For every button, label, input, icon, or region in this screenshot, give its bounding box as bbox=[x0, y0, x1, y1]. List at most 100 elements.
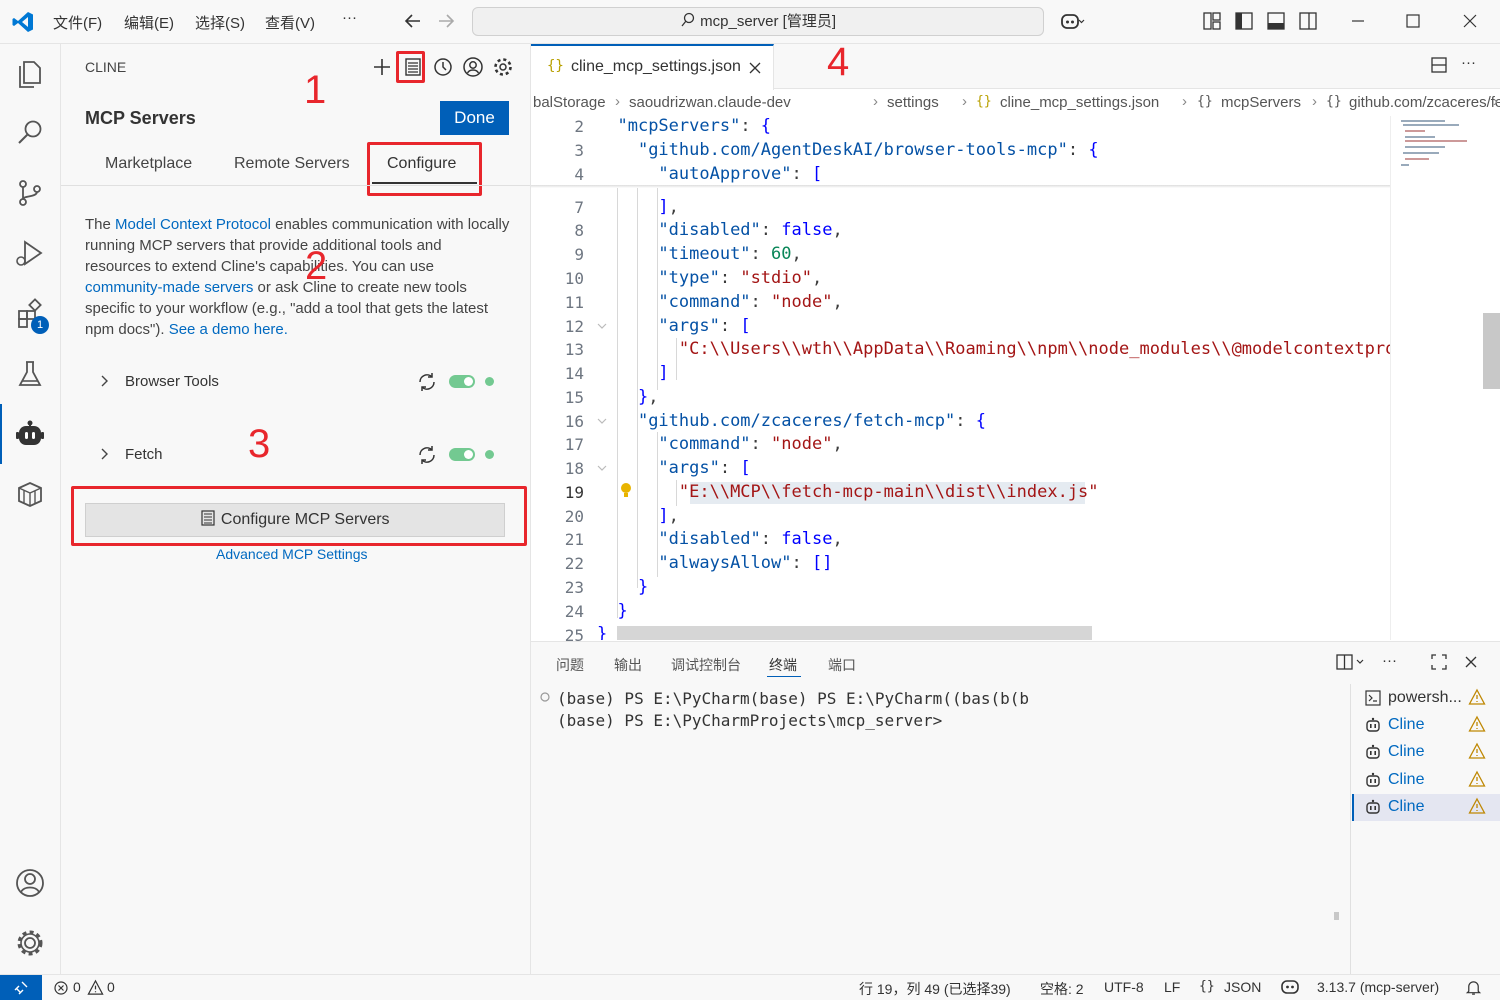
annotation-number-4: 4 bbox=[827, 40, 850, 84]
line-number: 11 bbox=[564, 293, 584, 312]
new-task-plus-icon[interactable] bbox=[371, 56, 393, 78]
error-count[interactable]: 0 bbox=[73, 979, 81, 995]
done-button[interactable]: Done bbox=[440, 101, 509, 135]
title-bar: 文件(F) 编辑(E) 选择(S) 查看(V) ··· mcp_server [… bbox=[0, 0, 1500, 44]
tab-cline-mcp-settings[interactable]: {} cline_mcp_settings.json bbox=[531, 44, 774, 90]
configure-mcp-servers-button[interactable]: Configure MCP Servers bbox=[85, 503, 505, 537]
copilot-icon[interactable] bbox=[1059, 10, 1085, 32]
terminal-item-cline[interactable]: Cline bbox=[1352, 739, 1500, 766]
maximize-icon[interactable] bbox=[1402, 10, 1424, 32]
panel-more-actions[interactable]: ··· bbox=[1382, 652, 1397, 669]
server-enable-toggle[interactable] bbox=[449, 448, 475, 461]
encoding[interactable]: UTF-8 bbox=[1104, 979, 1144, 995]
terminal-name: Cline bbox=[1388, 771, 1425, 788]
error-icon[interactable] bbox=[53, 980, 69, 996]
maximize-panel-icon[interactable] bbox=[1430, 653, 1448, 671]
explorer-icon[interactable] bbox=[10, 53, 50, 93]
terminal-item-cline[interactable]: Cline bbox=[1352, 712, 1500, 739]
run-debug-icon[interactable] bbox=[10, 233, 50, 273]
manage-gear-icon[interactable] bbox=[10, 923, 50, 963]
cursor-position[interactable]: 行 19，列 49 (已选择39) bbox=[859, 979, 1011, 999]
breadcrumb-item[interactable]: github.com/zcaceres/fetch-mcp bbox=[1349, 94, 1500, 111]
tab-problems[interactable]: 问题 bbox=[556, 655, 584, 675]
tabs-divider bbox=[61, 185, 530, 186]
terminal-item-cline[interactable]: Cline bbox=[1352, 767, 1500, 794]
cline-robot-icon[interactable] bbox=[10, 414, 50, 454]
menu-view[interactable]: 查看(V) bbox=[265, 12, 315, 33]
configure-button-label: Configure MCP Servers bbox=[220, 511, 390, 528]
notifications-bell-icon[interactable] bbox=[1465, 979, 1482, 996]
account-icon[interactable] bbox=[462, 56, 484, 78]
breadcrumb-item[interactable]: balStorage bbox=[533, 94, 606, 111]
search-view-icon[interactable] bbox=[10, 113, 50, 153]
menu-file[interactable]: 文件(F) bbox=[53, 12, 102, 33]
tab-ports[interactable]: 端口 bbox=[828, 655, 856, 675]
bottom-selection bbox=[617, 626, 1092, 640]
terminal-item-cline-active[interactable]: Cline bbox=[1352, 794, 1500, 821]
warning-count[interactable]: 0 bbox=[107, 979, 115, 995]
editor-more-actions[interactable]: ··· bbox=[1461, 54, 1476, 71]
advanced-mcp-settings-link[interactable]: Advanced MCP Settings bbox=[216, 546, 368, 562]
community-servers-link[interactable]: community-made servers bbox=[85, 279, 253, 296]
code-line: "type": "stdio", bbox=[658, 268, 823, 288]
tab-terminal[interactable]: 终端 bbox=[769, 655, 797, 675]
language-mode[interactable]: JSON bbox=[1224, 979, 1261, 995]
tab-marketplace[interactable]: Marketplace bbox=[105, 155, 192, 173]
cline-robot-icon bbox=[1366, 772, 1380, 787]
close-panel-icon[interactable] bbox=[1462, 653, 1480, 671]
command-center-search[interactable]: mcp_server [管理员] bbox=[472, 7, 1044, 36]
server-status-dot bbox=[485, 377, 494, 386]
chevron-right-icon bbox=[101, 375, 108, 387]
terminal-item-powershell[interactable]: powersh... bbox=[1352, 685, 1500, 712]
menu-selection[interactable]: 选择(S) bbox=[195, 12, 245, 33]
remote-indicator[interactable] bbox=[0, 975, 42, 1000]
demo-link[interactable]: See a demo here. bbox=[169, 321, 288, 338]
terminal-layout-icon[interactable] bbox=[1335, 653, 1367, 671]
toggle-panel-icon[interactable] bbox=[1265, 10, 1287, 32]
tab-debug-console[interactable]: 调试控制台 bbox=[671, 655, 741, 675]
mcp-protocol-link[interactable]: Model Context Protocol bbox=[115, 216, 271, 233]
warning-icon[interactable] bbox=[87, 979, 104, 996]
breadcrumb-item[interactable]: mcpServers bbox=[1221, 94, 1301, 111]
forward-arrow-icon[interactable] bbox=[435, 10, 457, 32]
breadcrumb-item[interactable]: saoudrizwan.claude-dev bbox=[629, 94, 791, 111]
close-tab-icon[interactable] bbox=[747, 60, 763, 76]
history-icon[interactable] bbox=[432, 56, 454, 78]
settings-gear-icon[interactable] bbox=[492, 56, 514, 78]
server-enable-toggle[interactable] bbox=[449, 375, 475, 388]
indentation[interactable]: 空格: 2 bbox=[1040, 979, 1084, 999]
tab-remote-servers[interactable]: Remote Servers bbox=[234, 155, 350, 173]
toggle-secondary-sidebar-icon[interactable] bbox=[1297, 10, 1319, 32]
breadcrumb-item[interactable]: cline_mcp_settings.json bbox=[1000, 94, 1159, 111]
powershell-icon bbox=[1365, 690, 1381, 706]
code-line: "autoApprove": [ bbox=[658, 164, 823, 184]
close-window-icon[interactable] bbox=[1459, 10, 1481, 32]
menu-edit[interactable]: 编辑(E) bbox=[124, 12, 174, 33]
terminal-scrollbar[interactable] bbox=[1334, 912, 1339, 920]
json-file-icon: {} bbox=[976, 94, 992, 109]
editor-scrollbar[interactable] bbox=[1483, 313, 1500, 389]
minimize-icon[interactable] bbox=[1347, 10, 1369, 32]
source-control-icon[interactable] bbox=[10, 173, 50, 213]
back-arrow-icon[interactable] bbox=[402, 10, 424, 32]
accounts-icon[interactable] bbox=[10, 863, 50, 903]
end-of-line[interactable]: LF bbox=[1164, 979, 1180, 995]
line-number: 16 bbox=[564, 412, 584, 431]
remote-explorer-icon[interactable] bbox=[10, 474, 50, 514]
restart-server-icon[interactable] bbox=[416, 371, 438, 393]
customize-layout-icon[interactable] bbox=[1201, 10, 1223, 32]
tab-output[interactable]: 输出 bbox=[614, 655, 642, 675]
minimap[interactable] bbox=[1390, 116, 1483, 640]
code-line: ] bbox=[658, 363, 669, 383]
copilot-status-icon[interactable] bbox=[1280, 978, 1300, 996]
split-editor-icon[interactable] bbox=[1429, 55, 1449, 75]
restart-server-icon[interactable] bbox=[416, 444, 438, 466]
server-row-browser-tools[interactable]: Browser Tools bbox=[85, 368, 510, 398]
menu-more[interactable]: ··· bbox=[342, 9, 357, 26]
testing-icon[interactable] bbox=[10, 354, 50, 394]
server-row-fetch[interactable]: Fetch bbox=[85, 441, 510, 471]
breadcrumb-item[interactable]: settings bbox=[887, 94, 939, 111]
extension-version[interactable]: 3.13.7 (mcp-server) bbox=[1317, 979, 1439, 995]
toggle-primary-sidebar-icon[interactable] bbox=[1233, 10, 1255, 32]
terminal-name: Cline bbox=[1388, 716, 1425, 733]
